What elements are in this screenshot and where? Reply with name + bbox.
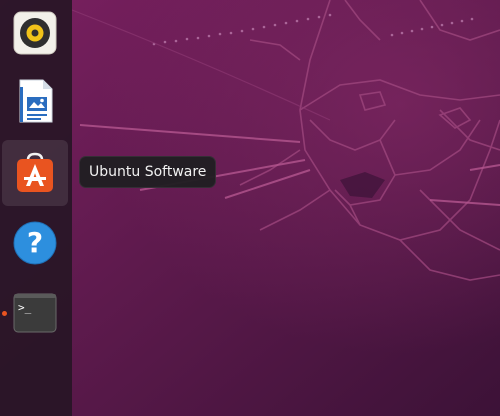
desktop-screen: ? >_ Ubuntu Software [0, 0, 500, 416]
dock-item-libreoffice-impress[interactable] [2, 68, 68, 134]
dock-item-terminal[interactable]: >_ [2, 280, 68, 346]
dock: ? >_ [0, 0, 72, 416]
dock-tooltip: Ubuntu Software [79, 156, 217, 188]
svg-text:?: ? [27, 226, 43, 259]
dock-item-rhythmbox[interactable] [2, 0, 68, 66]
dock-item-help[interactable]: ? [2, 210, 68, 276]
terminal-icon: >_ [13, 293, 57, 333]
dock-item-ubuntu-software[interactable] [2, 140, 68, 206]
rhythmbox-icon [13, 11, 57, 55]
tooltip-text: Ubuntu Software [89, 164, 207, 180]
wallpaper [0, 0, 500, 416]
running-indicator [2, 311, 7, 316]
terminal-prompt: >_ [18, 301, 32, 314]
help-icon: ? [13, 221, 57, 265]
libreoffice-impress-icon [19, 79, 53, 123]
ubuntu-software-icon [17, 152, 53, 192]
